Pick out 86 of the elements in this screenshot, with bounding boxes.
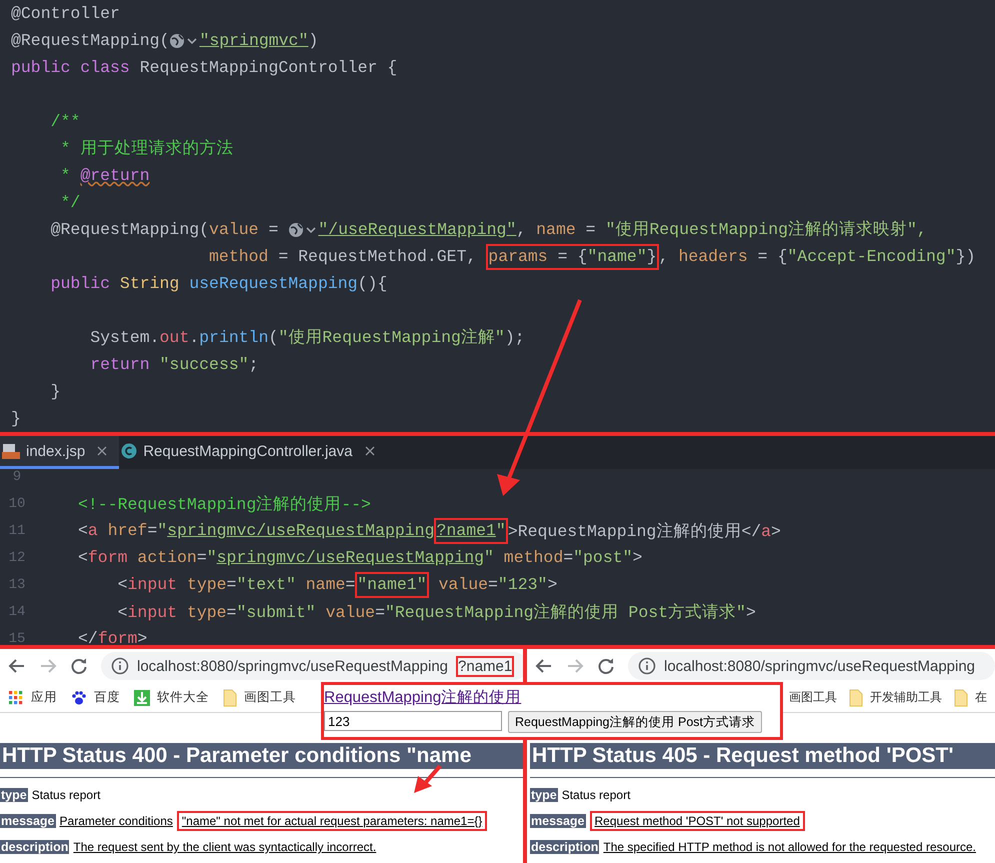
code-text: @RequestMapping(value = [50, 219, 280, 241]
bookmark[interactable]: 开发辅助工具 [849, 688, 942, 706]
back-icon[interactable] [535, 657, 553, 675]
back-icon[interactable] [8, 657, 26, 675]
line-number: 11 [8, 522, 26, 538]
code-text: * 用于处理请求的方法 [60, 138, 234, 160]
folder-icon [849, 688, 863, 706]
highlight-box: Request method 'POST' not supported [590, 811, 805, 831]
highlight-box: ?name1" [434, 518, 508, 544]
field-label: description [0, 840, 70, 854]
code-text: public String useRequestMapping(){ [50, 273, 388, 295]
message-text: Parameter conditions [60, 814, 173, 828]
message-text: Status report [562, 788, 630, 802]
bookmark[interactable]: 百度 [71, 689, 120, 706]
paw-icon [71, 690, 87, 706]
code-text: System.out.println("使用RequestMapping注解"); [89, 327, 525, 349]
field-label: message [530, 814, 586, 828]
code-text: "springmvc") [199, 30, 318, 52]
message-text: The request sent by the client was syntactically incorrect. [73, 840, 376, 854]
url-text: localhost:8080/springmvc/useRequestMapping [664, 658, 976, 674]
address-bar[interactable]: localhost:8080/springmvc/useRequestMapping [628, 652, 995, 680]
code-text: } [50, 381, 61, 403]
code-text: </form> [78, 629, 148, 645]
highlight-box: params = {"name"} [486, 244, 659, 270]
file-icon [2, 442, 20, 460]
globe-icon[interactable] [169, 32, 200, 48]
folder-icon [954, 688, 968, 706]
apps-icon [8, 690, 24, 706]
reload-icon[interactable] [597, 657, 615, 675]
code-text: @RequestMapping( [11, 30, 170, 52]
url-text: localhost:8080/springmvc/useRequestMapping [137, 658, 448, 674]
input-field[interactable]: 123 [324, 711, 502, 731]
code-text: value="123"> [437, 575, 558, 594]
field-label: type [0, 788, 28, 802]
bookmark[interactable]: 画图工具 [789, 689, 837, 706]
editor-tab[interactable]: RequestMappingController.java [119, 436, 386, 469]
close-icon[interactable] [97, 446, 108, 456]
code-text: , headers = {"Accept-Encoding"}) [658, 246, 976, 268]
annotation-arrow [414, 764, 442, 793]
line-number: 15 [8, 630, 26, 645]
line-number: 10 [8, 496, 26, 512]
code-text: } [11, 408, 21, 430]
bookmark[interactable]: 软件大全 [134, 689, 209, 706]
line-number: 14 [8, 604, 26, 620]
code-text: "/useRequestMapping", name = "使用RequestMapping注解的请求映射", [318, 219, 927, 241]
download-icon [134, 690, 150, 706]
address-bar[interactable]: localhost:8080/springmvc/useRequestMapping ?name1 [101, 652, 523, 680]
code-text: <input type="submit" value="RequestMapping注解的使用 Post方式请求"> [116, 602, 756, 622]
code-text: * @return [60, 165, 150, 187]
info-icon [638, 657, 656, 675]
globe-icon[interactable] [288, 222, 318, 238]
highlight-box: "name1" [355, 572, 429, 598]
status-heading: HTTP Status 400 - Parameter conditions "name [0, 743, 523, 769]
message-text: Status report [32, 788, 100, 802]
editor-tab[interactable]: index.jsp [0, 436, 120, 469]
status-heading: HTTP Status 405 - Request method 'POST' [530, 743, 995, 769]
bookmark[interactable]: 画图工具 [223, 688, 296, 706]
code-text: */ [60, 192, 80, 214]
highlight-box: ?name1 [456, 656, 514, 676]
code-text: <!--RequestMapping注解的使用--> [78, 494, 371, 514]
code-text: <input type="text" name= [116, 575, 356, 594]
bookmark[interactable]: 应用 [8, 689, 57, 706]
line-number: 13 [8, 576, 26, 592]
line-number: 12 [8, 550, 26, 566]
code-text: >RequestMapping注解的使用</a> [508, 520, 781, 542]
code-text: public class RequestMappingController { [11, 57, 398, 79]
code-text: return "success"; [89, 354, 259, 376]
reload-icon[interactable] [70, 657, 88, 675]
code-text: <a href="springmvc/useRequestMapping [78, 521, 434, 540]
submit-button[interactable]: RequestMapping注解的使用 Post方式请求 [508, 711, 762, 733]
bookmark[interactable]: 在 [954, 688, 987, 706]
class-icon [121, 443, 138, 459]
folder-icon [223, 688, 237, 706]
link[interactable]: RequestMapping注解的使用 [324, 687, 522, 708]
close-icon[interactable] [364, 446, 374, 456]
message-text: The specified HTTP method is not allowed for the requested resource. [603, 840, 976, 854]
code-text: <form action="springmvc/useRequestMapping" method="post"> [78, 548, 642, 567]
field-label: message [0, 814, 56, 828]
highlight-box: "name" not met for actual request parameters: name1={} [176, 811, 488, 831]
info-icon [111, 657, 129, 675]
code-text: /** [50, 111, 80, 133]
code-text: @Controller [11, 3, 120, 25]
code-text: method = RequestMethod.GET, [208, 246, 478, 268]
line-number: 9 [12, 468, 22, 484]
field-label: description [530, 840, 600, 854]
field-label: type [530, 788, 558, 802]
